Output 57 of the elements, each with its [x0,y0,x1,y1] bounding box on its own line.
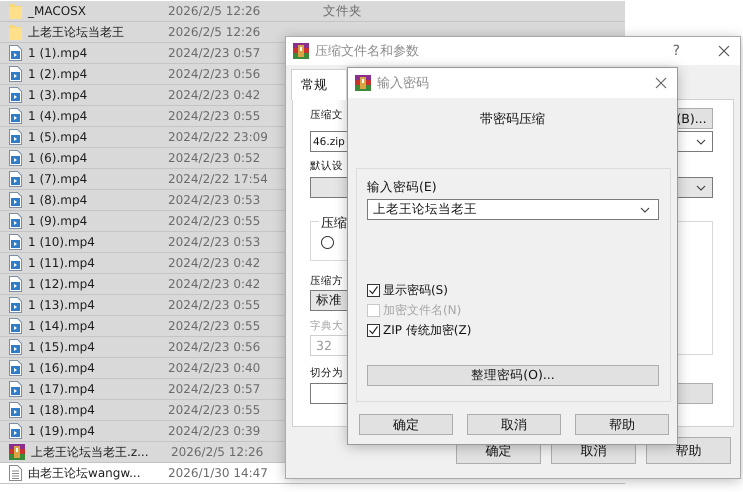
file-date: 2024/2/23 0:55 [168,298,260,312]
file-name: 1 (11).mp4 [27,256,96,270]
file-date: 2024/2/22 23:09 [168,130,268,144]
file-date: 2024/2/23 0:53 [168,193,260,207]
file-name: 1 (14).mp4 [27,319,96,333]
file-name: 1 (5).mp4 [27,130,88,144]
field-label: 字典大 [310,319,343,333]
file-date: 2024/2/23 0:53 [168,235,260,249]
field-label: 输入密码(E) [367,179,437,196]
window-title: 输入密码 [377,75,430,92]
file-date: 2024/2/23 0:55 [168,319,260,333]
file-date: 2026/2/5 12:26 [168,4,260,18]
file-date: 2026/2/5 12:26 [171,445,264,459]
file-name: 上老王论坛当老王 [27,24,125,40]
file-name: 1 (3).mp4 [27,88,88,102]
file-name: 1 (8).mp4 [27,193,88,207]
file-date: 2024/2/23 0:42 [168,256,260,270]
field-label: 切分为 [310,366,343,380]
field-label: 压缩文 [310,108,343,122]
file-name: 由老王论坛wangw... [27,464,142,482]
file-name: 1 (4).mp4 [27,109,88,123]
file-date: 2024/2/23 0:40 [168,361,260,375]
window-title: 压缩文件名和参数 [315,43,420,60]
file-date: 2024/2/23 0:55 [168,403,260,417]
file-date: 2026/2/5 12:26 [168,25,260,39]
dialog-heading: 带密码压缩 [479,111,546,128]
file-date: 2024/2/23 0:57 [168,382,260,396]
file-name: 1 (16).mp4 [27,361,96,375]
file-date: 2024/2/23 0:42 [168,88,260,102]
file-date: 2024/2/23 0:57 [168,46,260,60]
file-name: 1 (18).mp4 [27,403,96,417]
file-name: 1 (17).mp4 [27,382,96,396]
file-date: 2024/2/23 0:39 [168,424,260,438]
field-value: 46.zip [313,136,345,148]
file-date: 2024/2/23 0:55 [168,109,260,123]
file-name: 1 (7).mp4 [27,172,88,186]
file-date: 2024/2/23 0:56 [168,340,260,354]
field-label: 压缩方 [310,274,343,288]
file-name: 上老王论坛当老王.z... [30,444,150,460]
file-name: 1 (15).mp4 [27,340,96,354]
file-name: 1 (12).mp4 [27,277,96,291]
file-name: 1 (13).mp4 [27,298,96,312]
file-date: 2024/2/23 0:55 [168,214,260,228]
field-label: 默认设 [310,159,343,173]
file-type: 文件夹 [323,2,362,20]
file-name: 1 (2).mp4 [27,67,88,81]
file-date: 2026/1/30 14:47 [168,466,268,480]
file-date: 2024/2/23 0:52 [168,151,260,165]
file-name: _MACOSX [26,4,88,18]
file-date: 2024/2/23 0:42 [168,277,260,291]
file-name: 1 (10).mp4 [27,235,96,249]
file-name: 1 (6).mp4 [27,151,88,165]
file-name: 1 (9).mp4 [27,214,88,228]
file-name: 1 (1).mp4 [27,46,88,60]
file-date: 2024/2/23 0:56 [168,67,260,81]
file-date: 2024/2/22 17:54 [168,172,268,186]
file-name: 1 (19).mp4 [27,424,96,438]
